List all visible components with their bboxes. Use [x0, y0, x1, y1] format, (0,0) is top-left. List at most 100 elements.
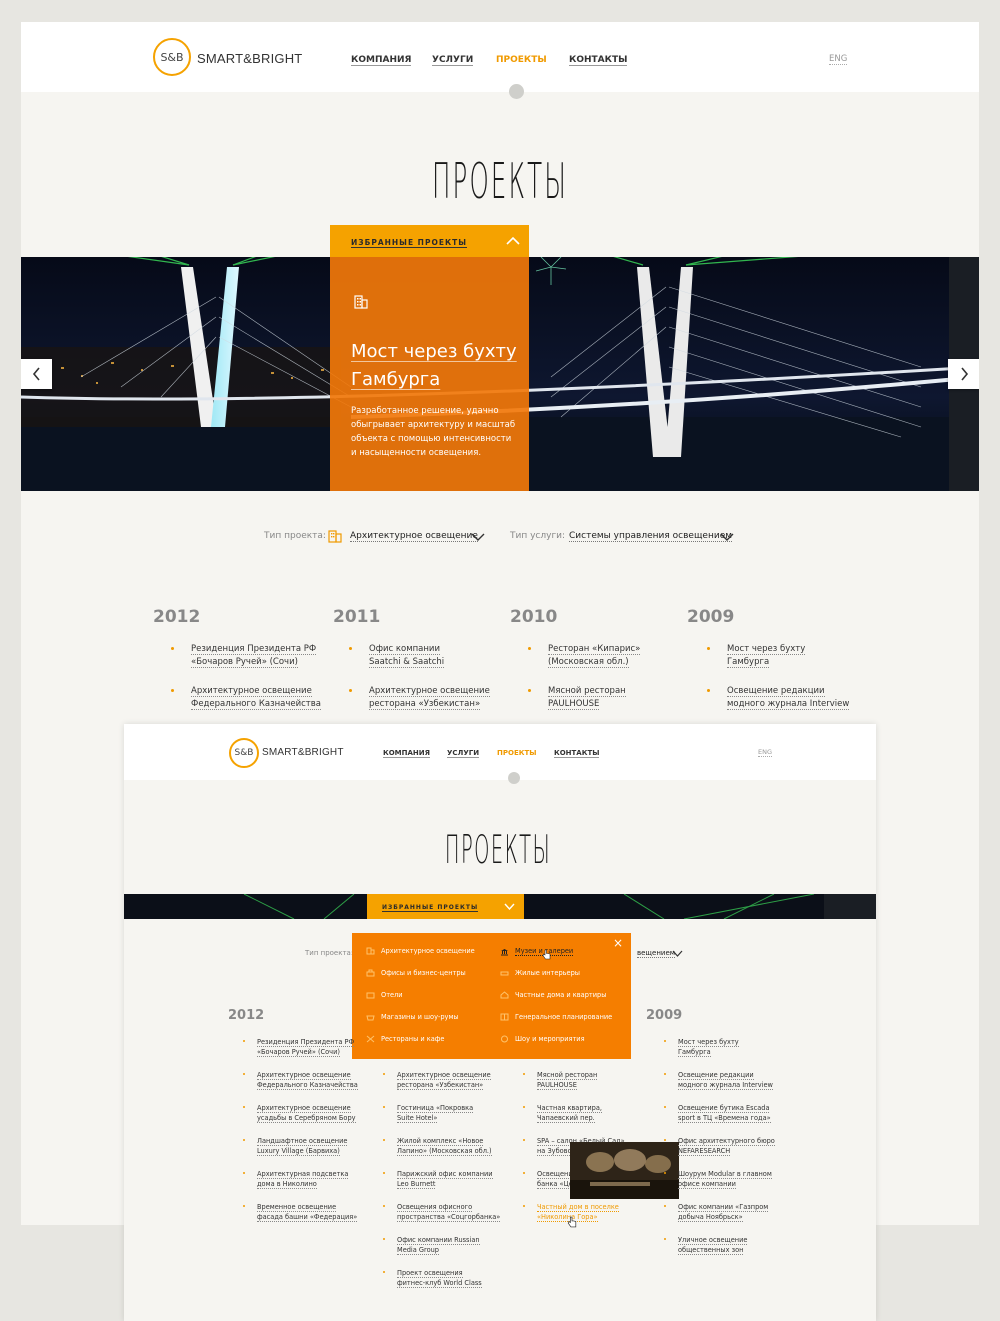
desc-line: и насыщенности освещения. [351, 448, 482, 458]
year-heading: 2011 [333, 607, 381, 627]
project-link[interactable]: Уличное освещение общественных зон [664, 1235, 748, 1255]
nav-item-company[interactable]: КОМПАНИЯ [351, 55, 412, 67]
chevron-down-icon[interactable] [672, 950, 683, 957]
featured-project-card[interactable]: Мост через бухту Гамбурга Разработанное … [330, 257, 529, 491]
nav-item-services[interactable]: УСЛУГИ [447, 749, 480, 759]
nav-item-projects[interactable]: ПРОЕКТЫ [497, 749, 536, 757]
project-link[interactable]: Мост через бухту Гамбурга [664, 1037, 739, 1057]
project-link[interactable]: Архитектурное освещение Федерального Казн… [243, 1070, 358, 1090]
nav-item-services[interactable]: УСЛУГИ [432, 55, 474, 67]
dropdown-option[interactable]: Офисы и бизнес-центры [366, 969, 466, 977]
chevron-down-icon[interactable] [720, 533, 734, 541]
project-link[interactable]: Офис компании Russian Media Group [383, 1235, 480, 1255]
year-heading: 2010 [510, 607, 558, 627]
project-link[interactable]: Частная квартира, Чапаевский пер. [523, 1103, 602, 1123]
project-link[interactable]: Архитектурное освещение Федерального Казн… [171, 685, 321, 710]
chevron-down-icon[interactable] [504, 903, 515, 910]
project-type-label: Тип проекта: [264, 531, 326, 541]
logo-text[interactable]: SMART&BRIGHT [262, 747, 344, 758]
project-link[interactable]: Резиденция Президента РФ «Бочаров Ручей» … [243, 1037, 355, 1057]
logo-mark[interactable]: S&B [229, 738, 259, 768]
nav-item-contacts[interactable]: КОНТАКТЫ [569, 55, 628, 67]
page-title: ПРОЕКТЫ [444, 828, 552, 873]
slider-next-button[interactable] [948, 359, 979, 389]
bullet [664, 1205, 667, 1208]
project-link[interactable]: Парижский офис компании Leo Burnett [383, 1169, 493, 1189]
project-type-select[interactable]: Архитектурное освещение [350, 531, 478, 542]
featured-title-line1: Мост через бухту [351, 341, 517, 362]
language-switch[interactable]: ENG [829, 54, 848, 65]
cursor-hand-icon [567, 1216, 577, 1228]
project-link[interactable]: Архитектурное освещение усадьбы в Серебря… [243, 1103, 356, 1123]
logo-text[interactable]: SMART&BRIGHT [197, 51, 302, 66]
project-link[interactable]: Архитектурное освещение ресторана «Узбеки… [349, 685, 490, 710]
bullet [349, 689, 352, 692]
desc-line: Разработанное решение, удачно [351, 406, 499, 416]
project-link[interactable]: Освещение редакции модного журнала Interv… [707, 685, 850, 710]
project-link[interactable]: Резиденция Президента РФ «Бочаров Ручей» … [171, 643, 317, 668]
project-link[interactable]: Мясной ресторан PAULHOUSE [523, 1070, 598, 1090]
featured-project-description: Разработанное решение, удачно обыгрывает… [351, 404, 515, 460]
site-header: S&B SMART&BRIGHT КОМПАНИЯ УСЛУГИ ПРОЕКТЫ… [21, 22, 979, 92]
bullet [383, 1205, 386, 1208]
featured-projects-tab[interactable]: ИЗБРАННЫЕ ПРОЕКТЫ [330, 225, 529, 257]
project-link[interactable]: Архитектурное освещение ресторана «Узбеки… [383, 1070, 491, 1090]
project-link-hovered[interactable]: Частный дом в поселке «Николина Гора» [523, 1202, 619, 1222]
site-header: S&B SMART&BRIGHT КОМПАНИЯ УСЛУГИ ПРОЕКТЫ… [124, 724, 876, 780]
project-link[interactable]: Жилой комплекс «Новое Лапино» (Московская… [383, 1136, 492, 1156]
nav-item-contacts[interactable]: КОНТАКТЫ [554, 749, 600, 759]
featured-project-title[interactable]: Мост через бухту Гамбурга [351, 338, 517, 394]
dropdown-option[interactable]: Рестораны и кафе [366, 1035, 444, 1043]
project-link[interactable]: Гостиница «Покровка Suite Hotel» [383, 1103, 474, 1123]
dropdown-option[interactable]: Шоу и мероприятия [500, 1035, 585, 1043]
project-link[interactable]: Офис компании Saatchi & Saatchi [349, 643, 445, 668]
nav-item-projects[interactable]: ПРОЕКТЫ [496, 55, 547, 65]
project-link[interactable]: Проект освещения фитнес-клуб World Class [383, 1268, 482, 1288]
project-link[interactable]: Освещения офисного пространства «Соцгорба… [383, 1202, 501, 1222]
featured-projects-tab[interactable]: ИЗБРАННЫЕ ПРОЕКТЫ [367, 894, 524, 919]
bullet [383, 1106, 386, 1109]
service-type-select[interactable]: Системы управления освещением [569, 531, 733, 542]
project-link[interactable]: Освещение редакции модного журнала Interv… [664, 1070, 773, 1090]
project-link[interactable]: Мясной ресторан PAULHOUSE [528, 685, 626, 710]
project-type-dropdown[interactable]: × Архитектурное освещение Офисы и бизнес… [352, 933, 631, 1059]
project-link[interactable]: Офис архитектурного бюро NEFARESEARCH [664, 1136, 775, 1156]
bullet [523, 1073, 526, 1076]
dropdown-option[interactable]: Магазины и шоу-румы [366, 1013, 459, 1021]
dropdown-option[interactable]: Отели [366, 991, 403, 999]
project-link[interactable]: Освещение бутика Escada sport в ТЦ «Време… [664, 1103, 771, 1123]
project-link[interactable]: Ландшафтное освещение Luxury Village (Бар… [243, 1136, 348, 1156]
preview-image [570, 1142, 679, 1199]
year-heading: 2009 [687, 607, 735, 627]
chevron-right-icon [960, 367, 968, 381]
page-title: ПРОЕКТЫ [431, 153, 569, 211]
building-icon [366, 947, 375, 955]
dropdown-option[interactable]: Частные дома и квартиры [500, 991, 606, 999]
project-link[interactable]: Архитектурная подсветка дома в Николино [243, 1169, 349, 1189]
project-link[interactable]: Ресторан «Кипарис» (Московская обл.) [528, 643, 641, 668]
service-type-select[interactable]: вещением [637, 949, 676, 958]
desc-line: обыгрывает архитектуру и масштаб [351, 420, 516, 430]
bullet [383, 1271, 386, 1274]
year-heading: 2009 [646, 1008, 683, 1023]
chevron-up-icon[interactable] [506, 237, 520, 245]
bullet [243, 1106, 246, 1109]
featured-tab-label: ИЗБРАННЫЕ ПРОЕКТЫ [351, 238, 467, 248]
project-link[interactable]: Мост через бухту Гамбурга [707, 643, 806, 668]
project-link[interactable]: Офис компании «Газпром добыча Ноябрьск» [664, 1202, 769, 1222]
building-icon [328, 530, 342, 543]
dropdown-option[interactable]: Архитектурное освещение [366, 947, 475, 955]
chevron-down-icon[interactable] [471, 533, 485, 541]
nav-indicator-dot [509, 84, 524, 99]
dropdown-option-hovered[interactable]: Музеи и галереи [500, 947, 574, 956]
language-switch[interactable]: ENG [758, 748, 773, 757]
project-link[interactable]: Временное освещение фасада башни «Федерац… [243, 1202, 358, 1222]
slider-prev-button[interactable] [21, 359, 52, 389]
close-icon[interactable]: × [613, 936, 623, 950]
dropdown-option[interactable]: Генеральное планирование [500, 1013, 612, 1021]
dropdown-option[interactable]: Жилые интерьеры [500, 969, 580, 977]
project-link[interactable]: Шоурум Modular в главном офисе компании [664, 1169, 772, 1189]
masterplan-icon [500, 1013, 509, 1021]
logo-mark[interactable]: S&B [153, 38, 191, 76]
nav-item-company[interactable]: КОМПАНИЯ [383, 749, 431, 759]
